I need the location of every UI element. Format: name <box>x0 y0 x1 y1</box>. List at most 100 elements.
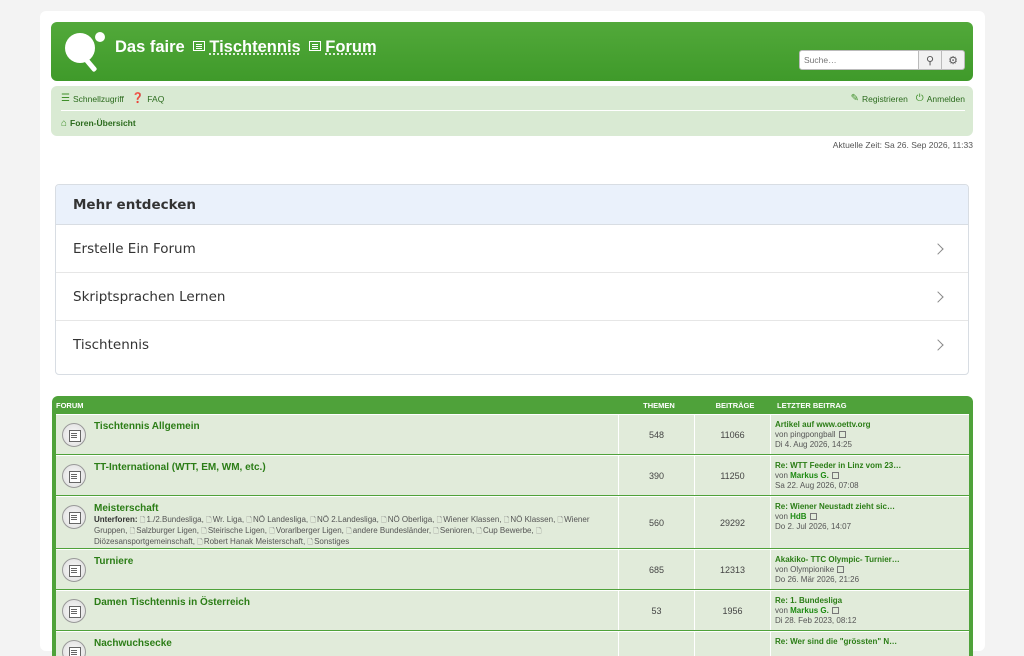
power-icon: ⏻ <box>915 93 924 104</box>
forum-read-icon <box>62 423 86 447</box>
header-posts: Beiträge <box>715 400 755 410</box>
author-link[interactable]: Markus G. <box>790 606 829 615</box>
last-post-link[interactable]: Re: Wer sind die "grössten" N… <box>775 637 965 647</box>
subforum-list: Unterforen: 1./2.Bundesliga, Wr. Liga, N… <box>94 515 612 548</box>
forum-info: TT-International (WTT, EM, WM, etc.) <box>94 462 266 491</box>
view-latest-post-icon[interactable] <box>838 431 846 438</box>
topics-count: 560 <box>619 497 695 548</box>
view-latest-post-icon[interactable] <box>837 566 845 573</box>
discover-item[interactable]: Erstelle Ein Forum <box>56 225 968 273</box>
view-latest-post-icon[interactable] <box>809 513 817 520</box>
site-title[interactable]: Das faire Tischtennis Forum <box>115 38 377 57</box>
subforum-link[interactable]: Sonstiges <box>307 537 349 546</box>
list-icon <box>309 41 322 51</box>
chevron-right-icon <box>932 242 944 255</box>
title-link-tischtennis[interactable]: Tischtennis <box>209 38 300 56</box>
subforum-link[interactable]: Robert Hanak Meisterschaft <box>197 537 303 546</box>
advanced-search-button[interactable]: ⚙ <box>942 50 965 70</box>
subforum-link[interactable]: Cup Bewerbe <box>476 526 531 535</box>
forum-read-icon <box>62 505 86 529</box>
author-link[interactable]: pingpongball <box>790 430 835 439</box>
last-post: Artikel auf www.oettv.org von pingpongbal… <box>771 415 969 454</box>
search-button[interactable]: ⚲ <box>919 50 942 70</box>
last-post: Re: WTT Feeder in Linz vom 23… von Markus… <box>771 456 969 495</box>
last-post: Akakiko- TTC Olympic- Turnier… von Olympi… <box>771 550 969 589</box>
nav-row-links: ☰ Schnellzugriff ❓ FAQ ✎ Registrieren ⏻ Anme… <box>61 87 965 111</box>
last-post-date: Di 4. Aug 2026, 14:25 <box>775 440 852 449</box>
discover-item[interactable]: Skriptsprachen Lernen <box>56 273 968 321</box>
last-post: Re: Wer sind die "grössten" N… <box>771 632 969 656</box>
discover-panel: Mehr entdecken Erstelle Ein Forum Skript… <box>55 184 969 375</box>
subforum-link[interactable]: Vorarlberger Ligen <box>269 526 341 535</box>
forum-info: Tischtennis Allgemein <box>94 421 200 450</box>
last-post: Re: 1. Bundesliga von Markus G. Di 28. Feb… <box>771 591 969 630</box>
subforum-link[interactable]: NÖ Oberliga <box>381 515 432 524</box>
subforum-link[interactable]: Senioren <box>433 526 472 535</box>
last-post-author-line: von HdB <box>775 512 965 522</box>
author-link[interactable]: HdB <box>790 512 806 521</box>
forum-title-link[interactable]: Turniere <box>94 556 133 567</box>
forum-read-icon <box>62 464 86 488</box>
menu-icon: ☰ <box>61 93 70 104</box>
login-link[interactable]: ⏻ Anmelden <box>916 93 965 104</box>
discover-title: Mehr entdecken <box>56 185 968 225</box>
header-last-post: Letzter Beitrag <box>777 400 847 410</box>
last-post-link[interactable]: Re: 1. Bundesliga <box>775 596 965 606</box>
quicklinks-menu[interactable]: ☰ Schnellzugriff <box>61 93 124 104</box>
forum-info: Turniere <box>94 556 133 585</box>
subforum-link[interactable]: Wr. Liga <box>206 515 242 524</box>
subforum-link[interactable]: andere Bundesländer <box>346 526 429 535</box>
current-time: Aktuelle Zeit: Sa 26. Sep 2026, 11:33 <box>832 140 973 150</box>
search-input[interactable] <box>799 50 919 70</box>
subforum-link[interactable]: NÖ 2.Landesliga <box>310 515 376 524</box>
last-post-author-line: von Markus G. <box>775 471 965 481</box>
discover-item[interactable]: Tischtennis <box>56 321 968 369</box>
forum-title-link[interactable]: TT-International (WTT, EM, WM, etc.) <box>94 462 266 473</box>
forum-read-icon <box>62 640 86 656</box>
breadcrumb-home[interactable]: ⌂ Foren-Übersicht <box>61 118 136 129</box>
forum-info: Damen Tischtennis in Österreich <box>94 597 250 626</box>
question-icon: ❓ <box>131 93 145 104</box>
home-icon: ⌂ <box>61 117 68 129</box>
subforum-link[interactable]: 1./2.Bundesliga <box>140 515 202 524</box>
author-link[interactable]: Markus G. <box>790 471 829 480</box>
site-header: Das faire Tischtennis Forum ⚲ ⚙ <box>51 22 973 81</box>
forum-row: Damen Tischtennis in Österreich 53 1956 Re:… <box>56 590 969 630</box>
author-link[interactable]: Olympionike <box>790 565 834 574</box>
view-latest-post-icon[interactable] <box>831 472 839 479</box>
subforum-link[interactable]: Salzburger Ligen <box>130 526 197 535</box>
last-post: Re: Wiener Neustadt zieht sic… von HdB Do … <box>771 497 969 548</box>
subforum-link[interactable]: Wiener Klassen <box>437 515 500 524</box>
ping-pong-logo-icon[interactable] <box>61 29 107 75</box>
forum-row: Turniere 685 12313 Akakiko- TTC Olympic- Tu… <box>56 549 969 589</box>
list-icon <box>193 41 206 51</box>
forum-cell: TT-International (WTT, EM, WM, etc.) <box>56 456 619 495</box>
forum-title-link[interactable]: Tischtennis Allgemein <box>94 421 200 432</box>
subforum-link[interactable]: NÖ Landesliga <box>246 515 306 524</box>
last-post-link[interactable]: Re: Wiener Neustadt zieht sic… <box>775 502 965 512</box>
forum-cell: Damen Tischtennis in Österreich <box>56 591 619 630</box>
topics-count <box>619 632 695 656</box>
forum-cell: Tischtennis Allgemein <box>56 415 619 454</box>
posts-count: 11066 <box>695 415 771 454</box>
forum-title-link[interactable]: Meisterschaft <box>94 503 612 514</box>
title-link-forum[interactable]: Forum <box>325 38 376 56</box>
subforum-link[interactable]: Steirische Ligen <box>201 526 265 535</box>
last-post-link[interactable]: Artikel auf www.oettv.org <box>775 420 965 430</box>
posts-count: 11250 <box>695 456 771 495</box>
forum-title-link[interactable]: Damen Tischtennis in Österreich <box>94 597 250 608</box>
chevron-right-icon <box>932 290 944 303</box>
header-forum: Forum <box>56 400 84 410</box>
last-post-link[interactable]: Akakiko- TTC Olympic- Turnier… <box>775 555 965 565</box>
search-box: ⚲ ⚙ <box>799 50 965 70</box>
subforum-link[interactable]: NÖ Klassen <box>504 515 553 524</box>
search-icon: ⚲ <box>925 53 935 67</box>
view-latest-post-icon[interactable] <box>831 607 839 614</box>
faq-link[interactable]: ❓ FAQ <box>132 93 164 104</box>
forum-row: TT-International (WTT, EM, WM, etc.) 390 1… <box>56 455 969 495</box>
last-post-link[interactable]: Re: WTT Feeder in Linz vom 23… <box>775 461 965 471</box>
last-post-date: Di 28. Feb 2023, 08:12 <box>775 616 857 625</box>
forum-cell: Turniere <box>56 550 619 589</box>
forum-row: Tischtennis Allgemein 548 11066 Artikel auf… <box>56 414 969 454</box>
register-link[interactable]: ✎ Registrieren <box>851 93 908 104</box>
